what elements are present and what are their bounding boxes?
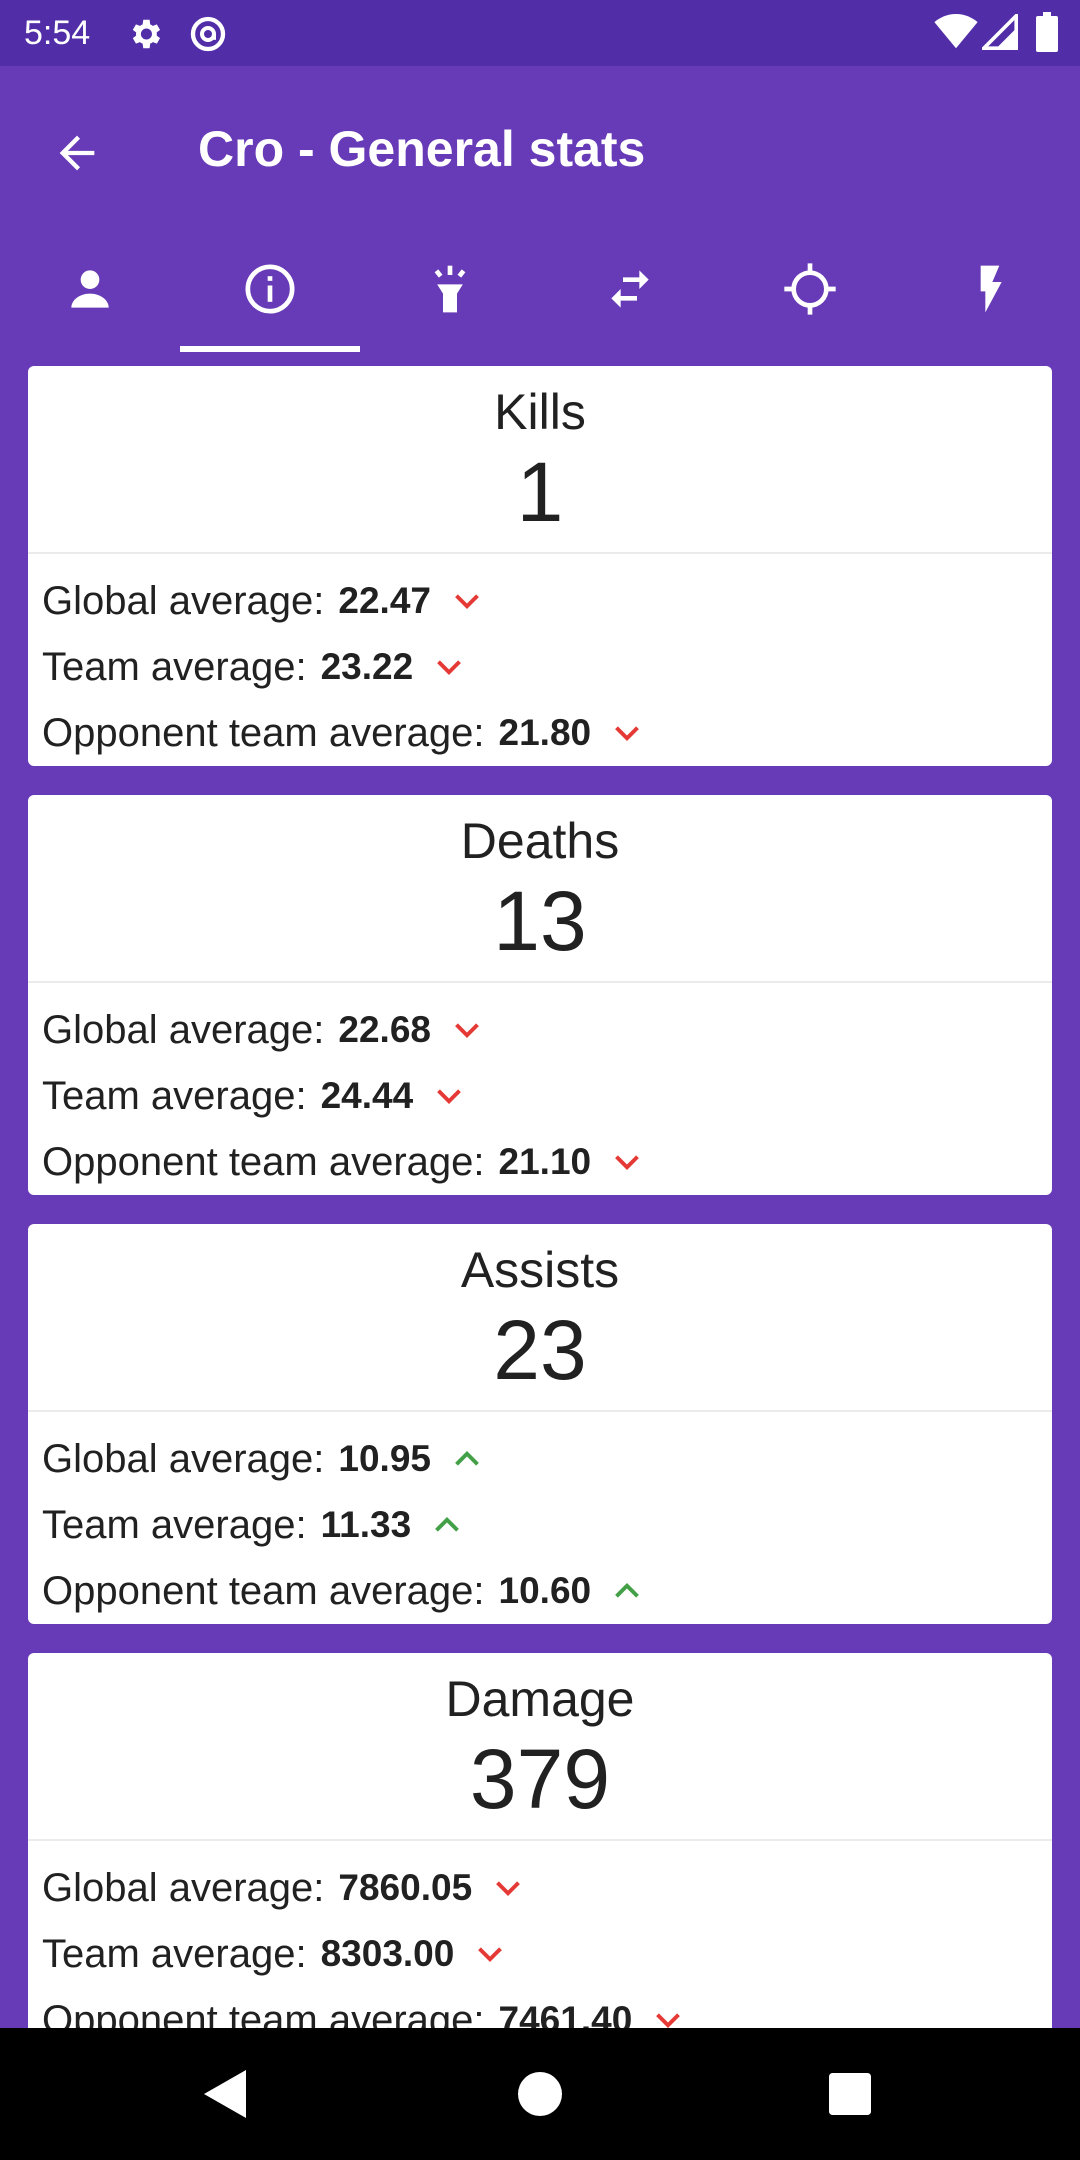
tab-vision[interactable]: [360, 226, 540, 352]
stat-value: 10.95: [338, 1438, 431, 1479]
chevron-down-icon: [478, 1947, 503, 1963]
card-title: Damage: [445, 1671, 635, 1727]
stat-label: Opponent team average:: [42, 1997, 485, 2029]
card-title: Deaths: [460, 813, 620, 869]
stat-value: 11.33: [320, 1504, 412, 1545]
stat-value: 21.80: [498, 712, 592, 753]
tab-transfers[interactable]: [540, 226, 720, 352]
status-bar: 5:54: [0, 0, 1080, 66]
nav-back-icon: [204, 2070, 246, 2118]
app-bar: Cro - General stats: [0, 66, 1080, 226]
card-header: Assists 23: [28, 1224, 1052, 1412]
chevron-up-icon: [435, 1516, 460, 1532]
stat-value: 10.60: [498, 1570, 592, 1611]
stat-value: 22.68: [338, 1009, 431, 1050]
back-button[interactable]: [36, 112, 118, 194]
person-icon: [71, 270, 109, 308]
stat-card-deaths: Deaths 13 Global average: 22.68 Team ave…: [28, 795, 1052, 1195]
card-header: Kills 1: [28, 366, 1052, 554]
team-average-row: Team average: 24.44: [42, 1063, 467, 1129]
global-average-row: Global average: 22.47: [42, 568, 485, 634]
page-title: Cro - General stats: [198, 121, 646, 177]
tab-accuracy[interactable]: [720, 226, 900, 352]
battery-icon: [1036, 12, 1058, 52]
global-average-row: Global average: 10.95: [42, 1426, 485, 1492]
stat-card-assists: Assists 23 Global average: 10.95 Team av…: [28, 1224, 1052, 1624]
crosshair-icon: [784, 263, 836, 315]
chevron-down-icon: [615, 1155, 640, 1171]
opponent-average-row: Opponent team average: 21.80: [42, 700, 645, 766]
chevron-down-icon: [496, 1881, 521, 1897]
tab-bar: [0, 226, 1080, 352]
stat-label: Team average:: [42, 1502, 307, 1547]
chevron-up-icon: [455, 1450, 479, 1466]
tab-general-stats[interactable]: [180, 226, 360, 352]
flashlight-icon: [434, 265, 466, 313]
nav-recents-icon: [829, 2073, 871, 2115]
nav-recents-button[interactable]: [814, 2058, 886, 2130]
bolt-icon: [980, 265, 1002, 313]
stat-card-kills: Kills 1 Global average: 22.47 Team avera…: [28, 366, 1052, 766]
stat-value: 7860.05: [338, 1867, 473, 1908]
global-average-row: Global average: 22.68: [42, 997, 485, 1063]
stat-value: 23.22: [320, 646, 414, 687]
team-average-row: Team average: 23.22: [42, 634, 467, 700]
stat-label: Global average:: [42, 578, 325, 623]
wifi-icon: [934, 14, 978, 49]
stat-value: 8303.00: [320, 1933, 455, 1974]
stat-label: Opponent team average:: [42, 1139, 485, 1184]
stat-card-damage: Damage 379 Global average: 7860.05 Team …: [28, 1653, 1052, 2028]
chevron-down-icon: [455, 594, 479, 610]
stat-value: 7461.40: [498, 1999, 633, 2028]
card-value: 379: [469, 1732, 611, 1826]
tab-player[interactable]: [0, 226, 180, 352]
stat-label: Team average:: [42, 644, 307, 689]
tab-indicator: [180, 346, 360, 352]
status-time: 5:54: [24, 14, 91, 52]
chevron-down-icon: [455, 1023, 479, 1039]
team-average-row: Team average: 8303.00: [42, 1921, 508, 1987]
card-title: Kills: [494, 384, 586, 440]
card-header: Damage 379: [28, 1653, 1052, 1841]
nav-home-button[interactable]: [504, 2058, 576, 2130]
chevron-down-icon: [656, 2013, 681, 2028]
card-value: 23: [493, 1303, 587, 1397]
card-header: Deaths 13: [28, 795, 1052, 983]
team-average-row: Team average: 11.33: [42, 1492, 465, 1558]
system-nav-bar: [0, 2028, 1080, 2160]
chevron-down-icon: [437, 1089, 462, 1105]
card-value: 13: [493, 874, 587, 968]
global-average-row: Global average: 7860.05: [42, 1855, 526, 1921]
card-value: 1: [516, 445, 564, 539]
chevron-down-icon: [615, 726, 640, 742]
gear-icon: [132, 19, 161, 49]
stat-value: 21.10: [498, 1141, 592, 1182]
stat-value: 22.47: [338, 580, 431, 621]
nav-home-icon: [518, 2072, 562, 2116]
opponent-average-row: Opponent team average: 10.60: [42, 1558, 645, 1624]
signal-icon: [982, 14, 1018, 50]
arrow-back-icon: [59, 135, 95, 171]
card-title: Assists: [460, 1242, 620, 1298]
nav-back-button[interactable]: [190, 2058, 262, 2130]
chevron-down-icon: [437, 660, 462, 676]
stat-label: Team average:: [42, 1931, 307, 1976]
stat-label: Global average:: [42, 1865, 325, 1910]
stat-label: Global average:: [42, 1007, 325, 1052]
stat-label: Opponent team average:: [42, 710, 485, 755]
stat-value: 24.44: [320, 1075, 414, 1116]
opponent-average-row: Opponent team average: 7461.40: [42, 1987, 686, 2028]
circle-a-icon: [190, 16, 226, 52]
stats-list[interactable]: Kills 1 Global average: 22.47 Team avera…: [28, 366, 1052, 2028]
stat-label: Global average:: [42, 1436, 325, 1481]
info-icon: [245, 264, 295, 314]
opponent-average-row: Opponent team average: 21.10: [42, 1129, 645, 1195]
stat-label: Team average:: [42, 1073, 307, 1118]
tab-power[interactable]: [900, 226, 1080, 352]
swap-icon: [611, 270, 649, 308]
stat-label: Opponent team average:: [42, 1568, 485, 1613]
chevron-up-icon: [615, 1582, 640, 1598]
